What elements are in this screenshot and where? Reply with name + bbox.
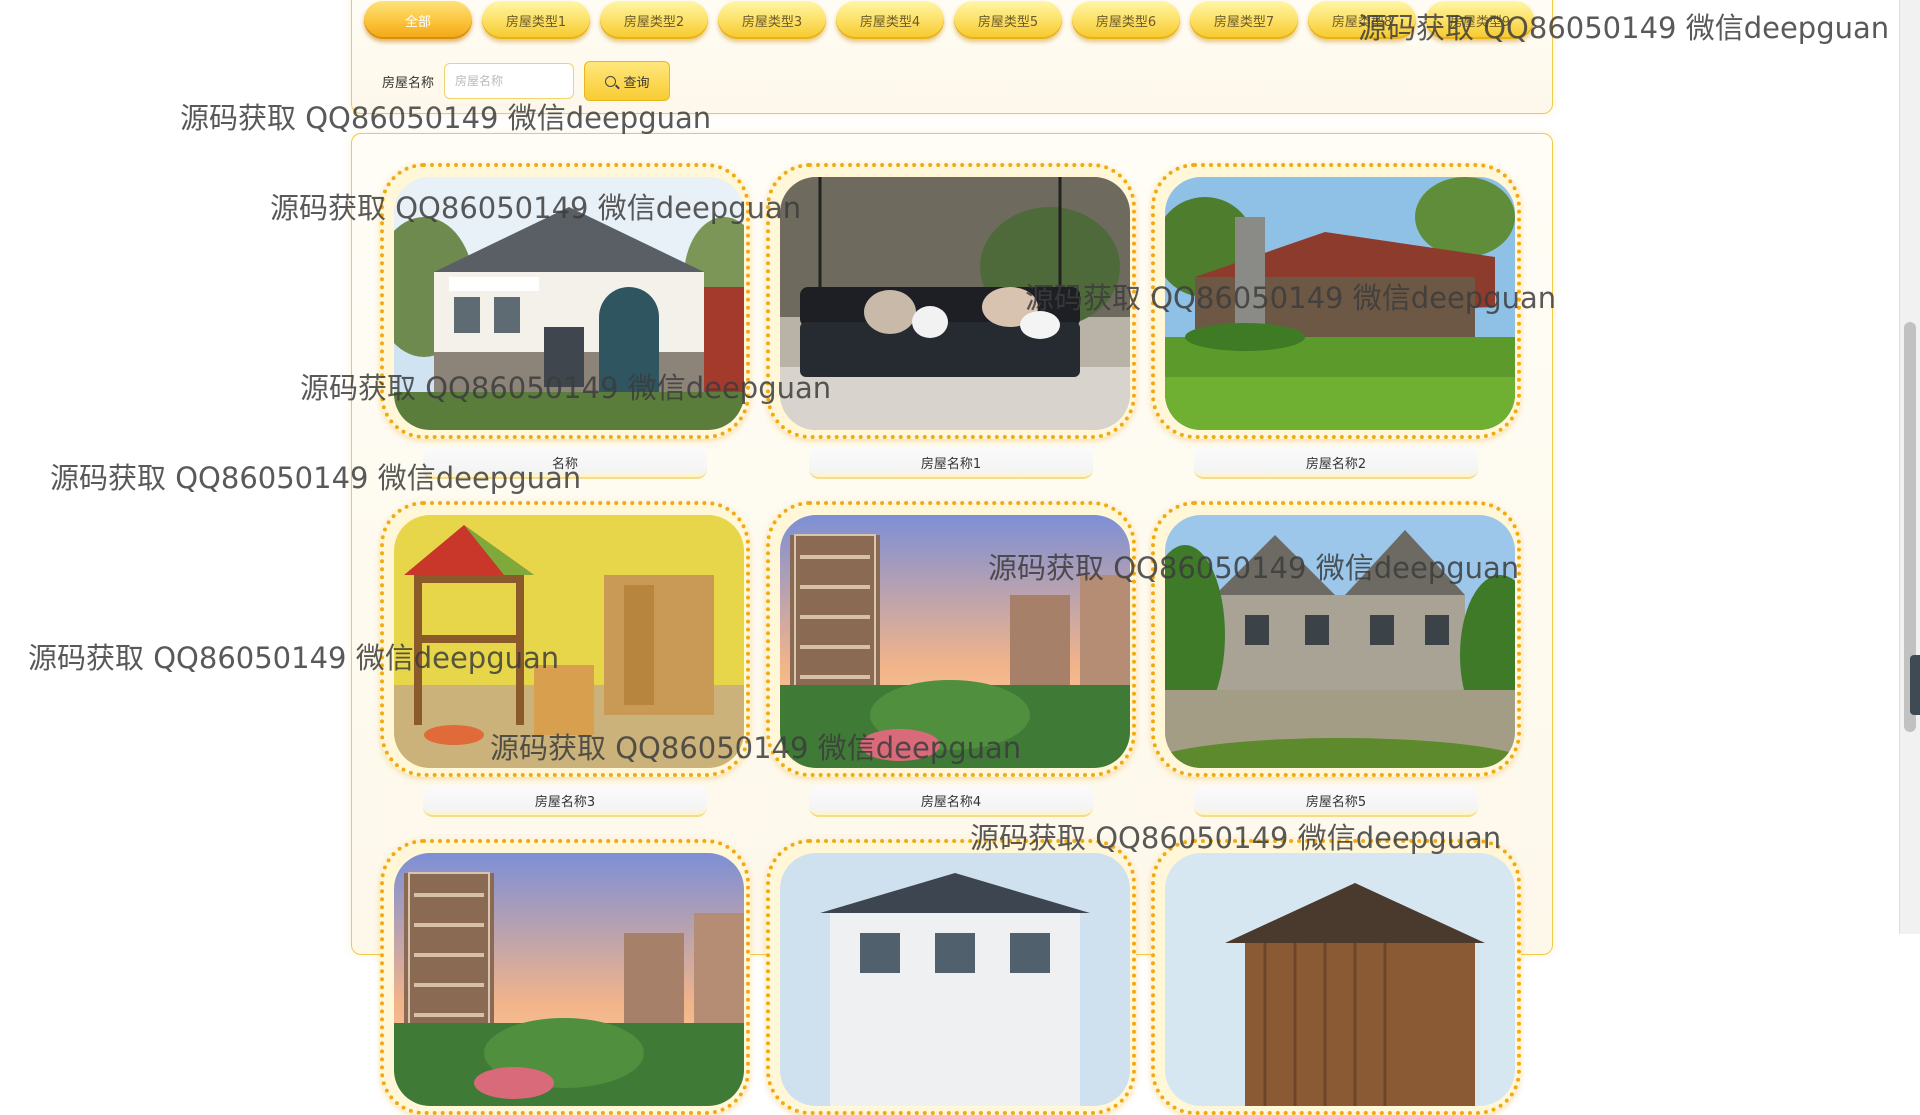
search-icon (604, 75, 616, 87)
photo-frame (1151, 839, 1521, 1115)
photo-frame (766, 839, 1136, 1115)
house-name-label[interactable]: 房屋名称5 (1194, 785, 1478, 817)
side-widget-tab[interactable] (1910, 655, 1920, 715)
house-name-input[interactable] (444, 63, 575, 99)
watermark-text: 源码获取 QQ86050149 微信deepguan (1025, 281, 1557, 315)
watermark-text: 源码获取 QQ86050149 微信deepguan (28, 641, 560, 675)
tab-type-5[interactable]: 房屋类型5 (954, 1, 1062, 39)
house-name-label[interactable]: 房屋名称2 (1194, 447, 1478, 479)
search-button-label: 查询 (623, 75, 650, 91)
watermark-text: 源码获取 QQ86050149 微信deepguan (50, 461, 582, 495)
watermark-text: 源码获取 QQ86050149 微信deepguan (1358, 11, 1890, 45)
tab-type-1[interactable]: 房屋类型1 (482, 1, 590, 39)
watermark-text: 源码获取 QQ86050149 微信deepguan (270, 191, 802, 225)
house-name-label[interactable]: 房屋名称4 (809, 785, 1093, 817)
tab-type-4[interactable]: 房屋类型4 (836, 1, 944, 39)
house-name-label[interactable]: 房屋名称1 (809, 447, 1093, 479)
watermark-text: 源码获取 QQ86050149 微信deepguan (300, 371, 832, 405)
photo-frame (380, 839, 750, 1115)
watermark-text: 源码获取 QQ86050149 微信deepguan (180, 101, 712, 135)
watermark-text: 源码获取 QQ86050149 微信deepguan (988, 551, 1520, 585)
house-photo[interactable] (1165, 853, 1515, 1106)
house-photo[interactable] (394, 853, 744, 1106)
page-scrollbar[interactable] (1899, 0, 1920, 934)
tab-type-6[interactable]: 房屋类型6 (1072, 1, 1180, 39)
photo-frame (1151, 501, 1521, 777)
tab-type-7[interactable]: 房屋类型7 (1190, 1, 1298, 39)
tab-type-2[interactable]: 房屋类型2 (600, 1, 708, 39)
tab-type-3[interactable]: 房屋类型3 (718, 1, 826, 39)
watermark-text: 源码获取 QQ86050149 微信deepguan (970, 821, 1502, 855)
house-photo[interactable] (780, 853, 1130, 1106)
search-label: 房屋名称 (382, 75, 435, 91)
house-name-label[interactable]: 房屋名称3 (423, 785, 707, 817)
watermark-text: 源码获取 QQ86050149 微信deepguan (490, 731, 1022, 765)
tab-all[interactable]: 全部 (364, 1, 472, 39)
